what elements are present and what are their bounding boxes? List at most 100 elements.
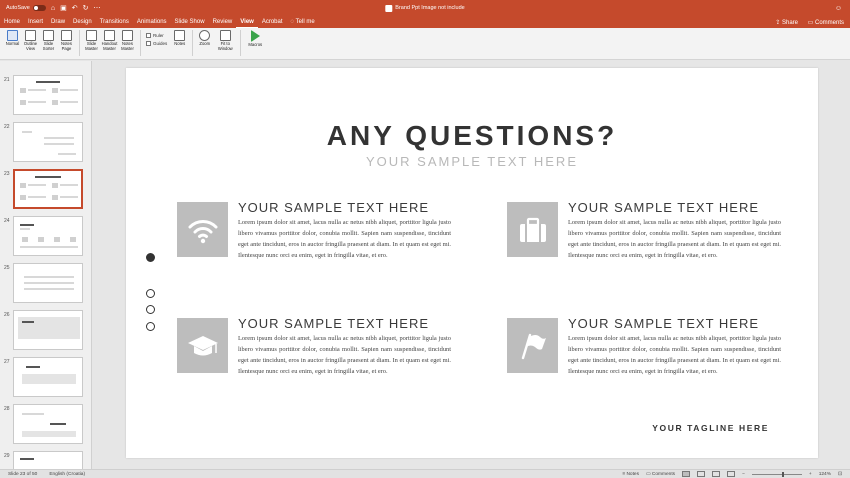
comments-label: Comments (814, 19, 844, 26)
outline-view-button[interactable]: Outline View (22, 30, 39, 51)
tab-slide-show[interactable]: Slide Show (171, 16, 209, 28)
share-button[interactable]: ⇪ Share (775, 19, 798, 26)
slide-thumbnail-pane[interactable]: 21 22 23 24 25 26 27 28 29 (0, 61, 92, 469)
tell-me-search[interactable]: ◌ Tell me (287, 16, 319, 28)
zoom-in-icon[interactable]: + (809, 472, 812, 477)
feature-block[interactable]: YOUR SAMPLE TEXT HERE Lorem ipsum dolor … (177, 200, 451, 297)
fit-to-window-icon (219, 30, 231, 41)
notes-label: Notes (174, 41, 186, 46)
feature-body: Lorem ipsum dolor sit amet, lacus nulla … (568, 335, 781, 375)
autosave-control[interactable]: AutoSave (6, 5, 46, 11)
nav-dot (146, 305, 155, 314)
macros-button[interactable]: Macros (244, 30, 266, 48)
thumbnail-number: 22 (4, 124, 10, 130)
slide-thumbnail[interactable] (13, 310, 83, 350)
nav-dot-active (146, 253, 155, 262)
ruler-checkbox-box[interactable] (146, 33, 151, 38)
slide-thumbnail-selected[interactable] (13, 169, 83, 209)
undo-icon[interactable]: ↶ (72, 5, 78, 12)
slide-thumbnail[interactable] (13, 451, 83, 469)
normal-view-toggle[interactable] (682, 471, 691, 477)
notes-master-label: Notes Master (121, 41, 134, 51)
handout-master-icon (104, 30, 115, 41)
guides-checkbox-box[interactable] (146, 41, 151, 46)
feature-block[interactable]: YOUR SAMPLE TEXT HERE Lorem ipsum dolor … (177, 316, 451, 413)
slide-tagline[interactable]: YOUR TAGLINE HERE (652, 423, 769, 433)
feature-block[interactable]: YOUR SAMPLE TEXT HERE Lorem ipsum dolor … (507, 316, 781, 413)
tab-design[interactable]: Design (69, 16, 96, 28)
thumbnail-number: 29 (4, 453, 10, 459)
slide-master-button[interactable]: Slide Master (83, 30, 100, 51)
guides-checkbox[interactable]: Guides (146, 41, 167, 46)
autosave-toggle[interactable] (32, 5, 46, 11)
notes-master-button[interactable]: Notes Master (119, 30, 136, 51)
tab-transitions[interactable]: Transitions (96, 16, 133, 28)
normal-view-icon (7, 30, 18, 41)
slide-show-toggle[interactable] (727, 471, 736, 477)
comments-toggle[interactable]: ▭ Comments (646, 472, 675, 477)
nav-dot (146, 289, 155, 298)
slide-canvas[interactable]: ANY QUESTIONS? YOUR SAMPLE TEXT HERE YOU… (126, 68, 818, 458)
home-icon[interactable]: ⌂ (51, 5, 55, 12)
notes-button[interactable]: Notes (171, 30, 188, 47)
slide-thumbnail[interactable] (13, 75, 83, 115)
slide-subtitle[interactable]: YOUR SAMPLE TEXT HERE (126, 154, 818, 169)
redo-icon[interactable]: ↻ (83, 5, 89, 12)
status-bar: Slide 23 of 50 English (Croatia) ≡ Notes… (0, 469, 850, 478)
zoom-slider[interactable] (751, 471, 802, 477)
ribbon-divider (140, 30, 141, 56)
thumbnail-number: 28 (4, 406, 10, 412)
document-title: Brand Ppt Image not include (385, 4, 465, 12)
more-icon[interactable]: ⋯ (93, 5, 100, 12)
ribbon-tabs: Home Insert Draw Design Transitions Anim… (0, 16, 850, 28)
slide-thumbnail[interactable] (13, 357, 83, 397)
feature-heading: YOUR SAMPLE TEXT HERE (238, 200, 430, 215)
tab-draw[interactable]: Draw (47, 16, 69, 28)
zoom-out-icon[interactable]: − (742, 472, 745, 477)
reading-view-toggle[interactable] (712, 471, 721, 477)
show-options: Ruler Guides (146, 33, 167, 46)
title-bar: AutoSave ⌂ ▣ ↶ ↻ ⋯ Brand Ppt Image not i… (0, 0, 850, 16)
comments-button[interactable]: ▭ Comments (808, 19, 844, 26)
zoom-level[interactable]: 124% (819, 472, 831, 477)
guides-label: Guides (153, 41, 168, 46)
thumbnail-number: 27 (4, 359, 10, 365)
macros-label: Macros (248, 42, 263, 47)
account-icon[interactable]: ☺ (835, 5, 842, 12)
language-indicator[interactable]: English (Croatia) (49, 472, 85, 477)
slide-title[interactable]: ANY QUESTIONS? (126, 120, 818, 152)
slide-sorter-toggle[interactable] (697, 471, 706, 477)
notes-page-button[interactable]: Notes Page (58, 30, 75, 51)
fit-slide-icon[interactable]: ⊡ (838, 472, 842, 477)
feature-heading: YOUR SAMPLE TEXT HERE (238, 316, 430, 331)
slide-thumbnail[interactable] (13, 122, 83, 162)
feature-heading: YOUR SAMPLE TEXT HERE (568, 316, 760, 331)
zoom-button[interactable]: Zoom (196, 30, 213, 47)
slide-sorter-button[interactable]: Slide Sorter (40, 30, 57, 51)
tab-animations[interactable]: Animations (133, 16, 171, 28)
fit-to-window-button[interactable]: Fit to Window (214, 30, 236, 51)
tab-acrobat[interactable]: Acrobat (258, 16, 287, 28)
notes-toggle[interactable]: ≡ Notes (622, 472, 639, 477)
tab-home[interactable]: Home (0, 16, 24, 28)
feature-block[interactable]: YOUR SAMPLE TEXT HERE Lorem ipsum dolor … (507, 200, 781, 297)
thumbnail-number: 21 (4, 77, 10, 83)
nav-dot (146, 322, 155, 331)
slide-sorter-label: Slide Sorter (42, 41, 55, 51)
share-label: Share (781, 19, 798, 26)
autosave-label: AutoSave (6, 5, 30, 11)
tab-insert[interactable]: Insert (24, 16, 47, 28)
slide-thumbnail[interactable] (13, 263, 83, 303)
handout-master-button[interactable]: Handout Master (101, 30, 118, 51)
ruler-checkbox[interactable]: Ruler (146, 33, 167, 38)
normal-view-button[interactable]: Normal (4, 30, 21, 47)
tab-view[interactable]: View (236, 16, 258, 28)
slide-thumbnail[interactable] (13, 216, 83, 256)
slide-thumbnail[interactable] (13, 404, 83, 444)
tab-review[interactable]: Review (209, 16, 237, 28)
tell-me-label: Tell me (295, 19, 315, 25)
handout-master-label: Handout Master (101, 41, 118, 51)
zoom-label: Zoom (199, 41, 211, 46)
save-icon[interactable]: ▣ (60, 5, 67, 12)
thumbnail-number: 26 (4, 312, 10, 318)
